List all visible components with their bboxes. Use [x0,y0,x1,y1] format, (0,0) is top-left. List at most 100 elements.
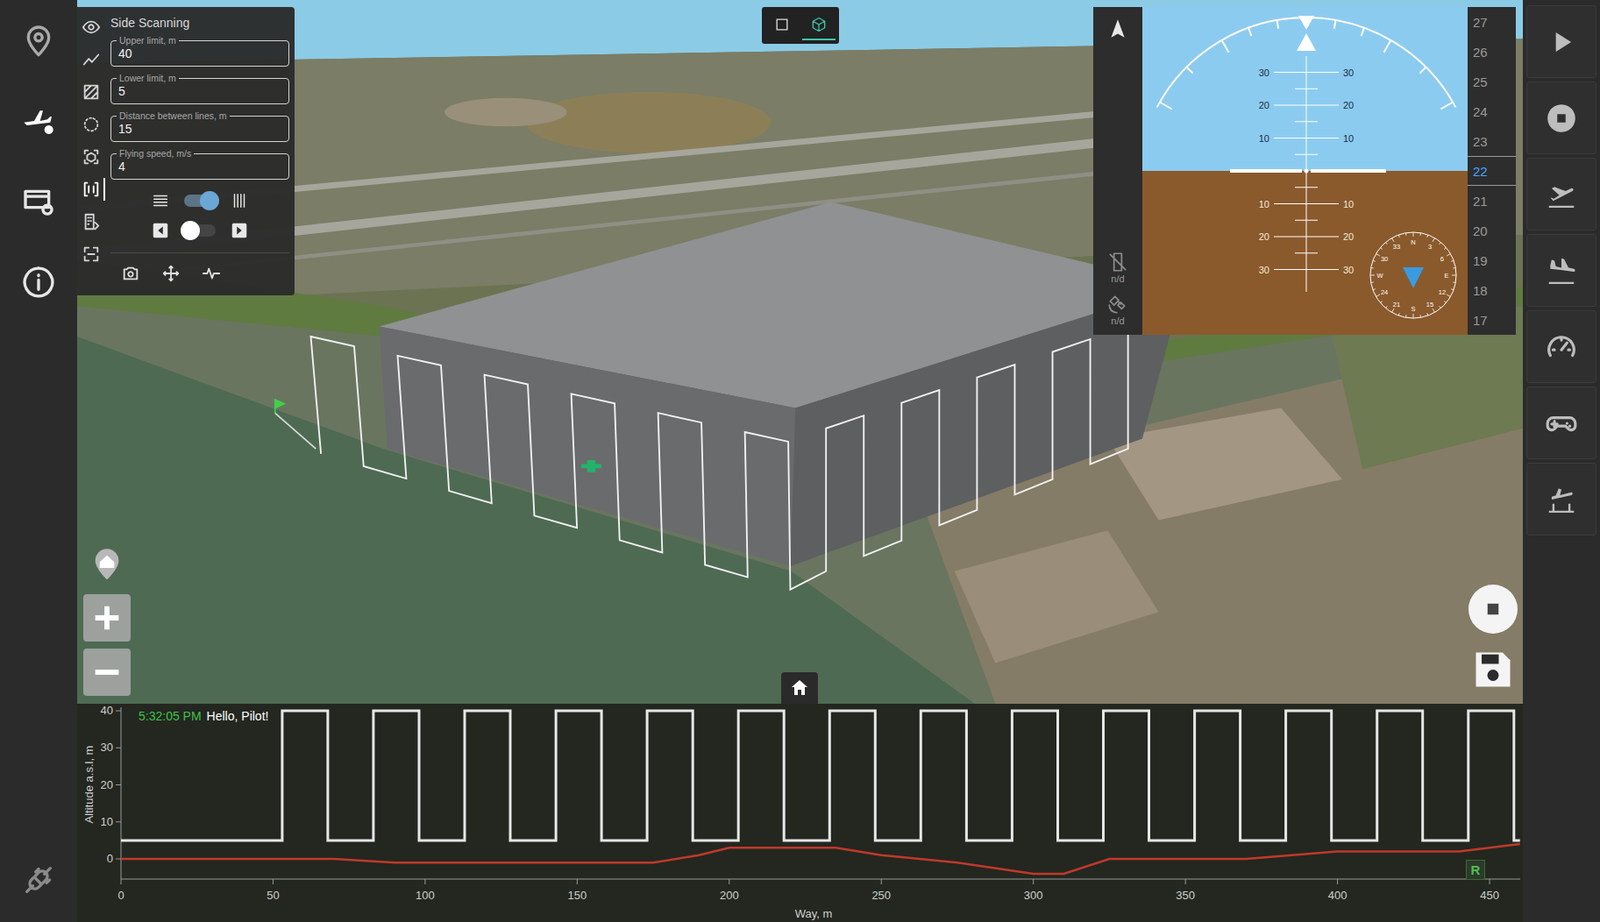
toolbar-button[interactable] [1526,81,1597,155]
field-label: Flying speed, m/s [116,148,194,159]
camera-gear-icon [120,263,141,284]
sidebar-item[interactable] [17,99,60,143]
field-value[interactable]: 15 [118,120,133,137]
number-field[interactable]: Lower limit, m5 [110,72,290,105]
tool-button[interactable] [78,48,106,72]
svg-text:30: 30 [1343,264,1354,276]
altitude-tape-value: 25 [1467,66,1516,97]
window-gear-icon [21,184,57,220]
home-marker[interactable] [275,399,317,449]
tool-button[interactable] [78,242,106,266]
footer-tool-button[interactable] [199,262,223,285]
panel-footer [110,252,290,296]
navigation-arrow-icon[interactable] [1106,17,1130,41]
svg-text:30: 30 [100,740,114,754]
tool-button[interactable] [78,80,106,104]
altitude-tape-value: 27 [1467,7,1516,37]
tool-button[interactable] [78,15,106,39]
stop-mission-button[interactable] [1468,584,1518,634]
zoom-in-button[interactable] [83,594,131,642]
altitude-tape-value: 19 [1467,245,1516,276]
plane-gear-icon [21,103,57,139]
footer-tool-button[interactable] [159,262,183,285]
svg-text:300: 300 [1024,888,1044,903]
save-icon [1470,647,1516,693]
svg-text:24: 24 [1380,288,1388,297]
svg-text:400: 400 [1328,888,1348,903]
view-mode-button[interactable] [765,10,799,41]
phone-off-icon [1106,250,1130,274]
field-value[interactable]: 40 [118,45,133,62]
cube-3d-icon [810,15,828,34]
tool-button[interactable] [78,177,106,201]
svg-text:100: 100 [415,888,435,903]
number-field[interactable]: Distance between lines, m15 [110,110,290,143]
main-view: Side ScanningUpper limit, m40 Lower limit… [77,0,1523,922]
drone-marker[interactable] [581,460,602,473]
sidebar-item[interactable] [17,180,60,223]
toolbar-button[interactable] [1526,310,1597,384]
telemetry-column: n/dn/d [1093,7,1143,335]
sidebar-item[interactable] [17,261,60,304]
tool-button[interactable] [78,210,106,234]
message-time: 5:32:05 PM [138,709,202,724]
center-home-button[interactable] [83,540,131,588]
message-text: Hello, Pilot! [206,709,270,724]
number-field[interactable]: Upper limit, m40 [110,35,290,67]
sidebar-item[interactable] [17,19,60,62]
svg-text:3: 3 [1428,242,1432,251]
field-value[interactable]: 4 [118,158,126,175]
svg-text:21: 21 [1393,300,1401,309]
svg-text:30: 30 [1258,264,1270,276]
toolbar-button[interactable] [1526,5,1597,79]
view-mode-button[interactable] [802,10,836,41]
left-sidebar [0,0,78,922]
toolbar-button[interactable] [1526,234,1597,307]
corner-badge[interactable]: R [1465,860,1486,881]
field-value[interactable]: 5 [118,83,126,100]
footer-tool-button[interactable] [119,262,143,285]
dotted-circle-icon [81,114,101,135]
save-mission-button[interactable] [1468,646,1518,694]
direction-switch[interactable] [184,194,216,207]
panel-title: Side Scanning [110,12,290,36]
tool-button[interactable] [78,145,106,169]
svg-text:10: 10 [1258,199,1270,210]
switch-knob [180,220,200,241]
frame-icon [81,244,101,264]
mission-actions [1468,584,1518,694]
svg-text:N: N [1410,238,1416,247]
svg-text:450: 450 [1479,888,1500,903]
svg-text:20: 20 [1258,231,1270,242]
toolbar-button[interactable] [1526,462,1597,536]
altitude-tape-value: 22 [1467,156,1516,186]
toolbar-button[interactable] [1526,386,1597,460]
gamepad-icon [1544,406,1579,441]
stop-square-icon [1479,596,1507,623]
toolbar-button[interactable] [1526,157,1597,231]
building-grid-icon [81,212,101,232]
horizontal-lines-icon [150,191,171,211]
right-toolbar [1522,0,1600,922]
number-field[interactable]: Flying speed, m/s4 [110,148,290,180]
zoom-out-button[interactable] [83,648,131,697]
landing-icon [1544,254,1579,288]
minus-icon [89,654,125,690]
connection-button[interactable] [17,859,60,902]
svg-text:20: 20 [1343,99,1354,111]
home-tab-button[interactable] [781,672,818,704]
altitude-tape-value: 24 [1467,96,1516,127]
svg-text:6: 6 [1440,255,1444,264]
svg-text:S: S [1410,305,1416,313]
tool-column [77,7,107,296]
tool-button[interactable] [78,113,106,136]
arrow-right-icon [229,220,249,241]
land-point-icon [1544,483,1579,517]
move-icon [161,263,181,284]
side-switch[interactable] [184,224,216,237]
heading-pointer-icon [1402,267,1424,289]
altitude-tape-value: 20 [1467,215,1516,246]
home-pin-icon [89,546,125,582]
map-3d-view[interactable]: Side ScanningUpper limit, m40 Lower limit… [77,0,1523,704]
altitude-tape-value: 17 [1467,305,1516,335]
